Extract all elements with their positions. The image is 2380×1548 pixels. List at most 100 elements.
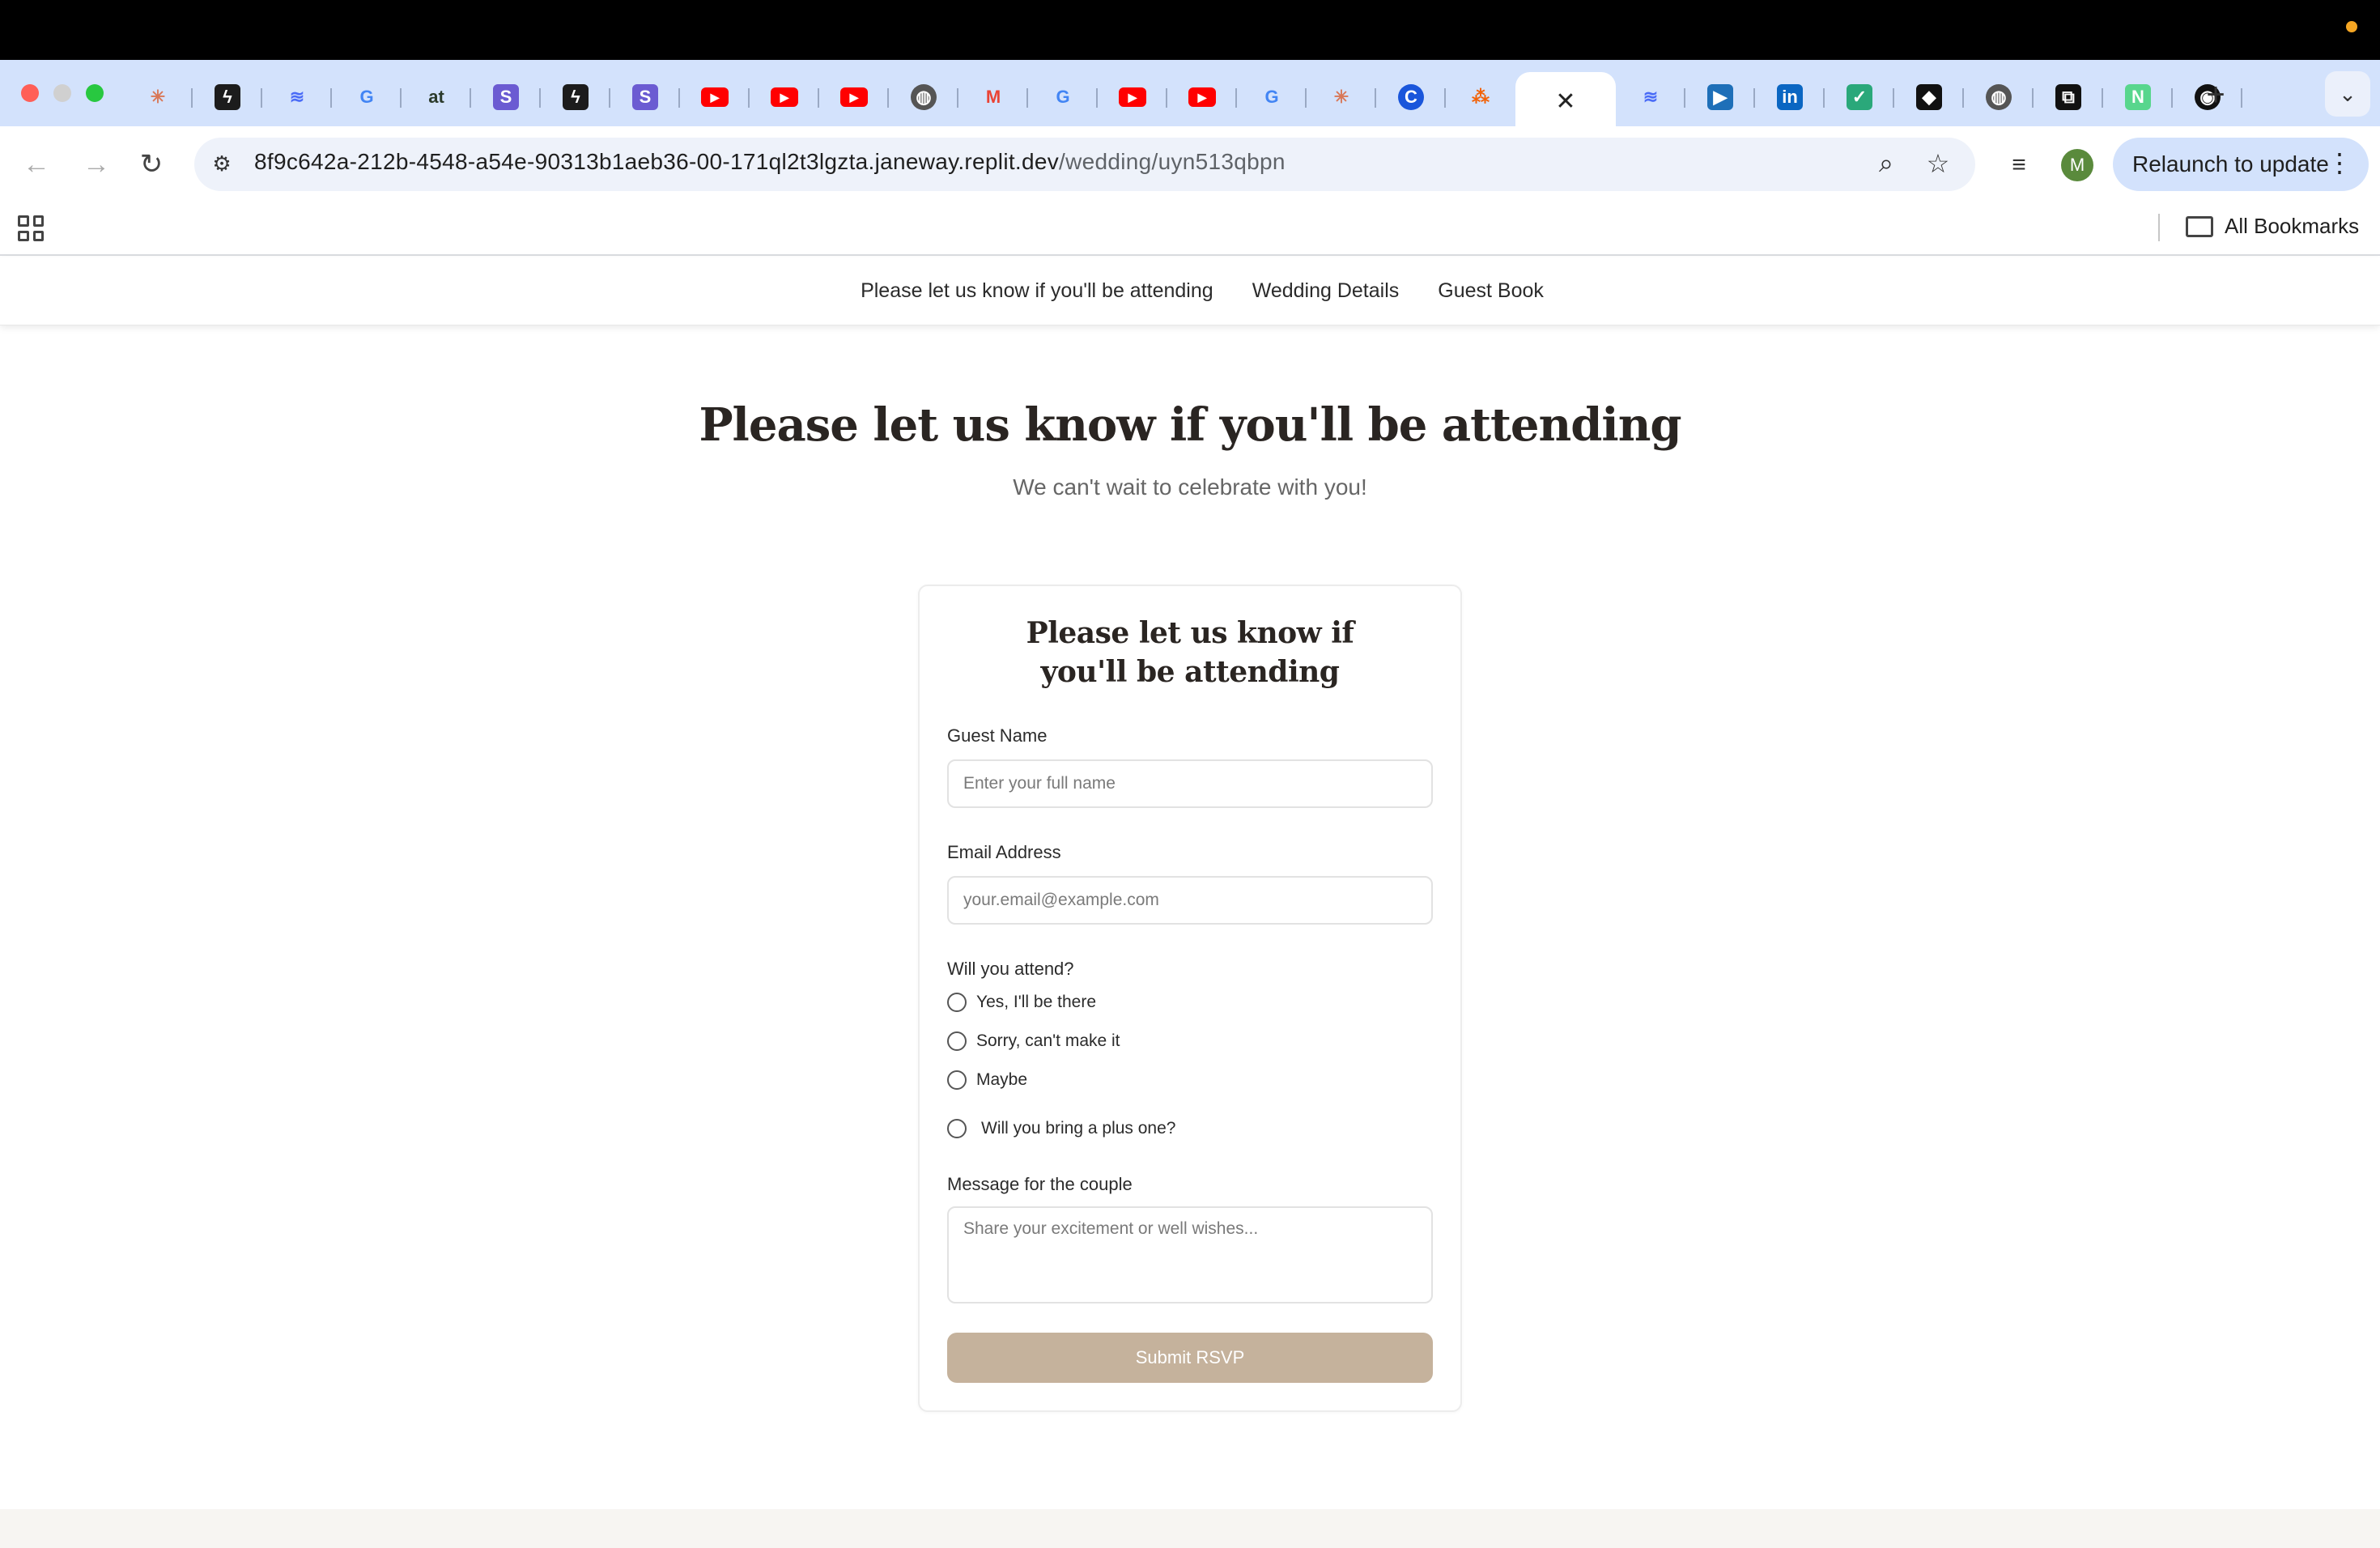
tab-search-chevron-down-icon[interactable]: ⌄ <box>2325 71 2370 117</box>
nav-link-rsvp[interactable]: Please let us know if you'll be attendin… <box>861 279 1213 303</box>
bookmarks-separator <box>2158 214 2160 241</box>
browser-tab[interactable]: in <box>1755 72 1825 122</box>
all-bookmarks-button[interactable]: All Bookmarks <box>2186 214 2359 239</box>
bookmarks-bar <box>0 201 2380 256</box>
page-subtitle: We can't wait to celebrate with you! <box>1013 474 1367 500</box>
google-g-icon: G <box>1264 87 1279 107</box>
zoom-window-button[interactable] <box>86 84 104 102</box>
youtube-icon: ▶ <box>701 87 729 107</box>
claude-sunburst-icon: ✳ <box>150 87 166 107</box>
new-tab-button[interactable]: + <box>2195 74 2236 115</box>
browser-tab[interactable]: ▶ <box>1685 72 1755 122</box>
at-logo-icon: at <box>428 87 444 107</box>
bookmark-star-icon[interactable]: ☆ <box>1922 147 1954 180</box>
link-icon: ⧉ <box>2055 84 2081 110</box>
browser-tab[interactable]: ▶ <box>819 72 889 122</box>
cube-check-icon: ◆ <box>1916 84 1942 110</box>
browser-tab[interactable]: C <box>1376 72 1446 122</box>
avatar[interactable]: M <box>2061 149 2093 181</box>
attend-option-label: Yes, I'll be there <box>976 993 1096 1011</box>
browser-tab[interactable]: ◍ <box>889 72 958 122</box>
tabs-row: ✳ ϟ ≋ Gat Sϟ S ▶ ▶ ▶ ◍ M G ▶ ▶ G ✳ C ⁂ ✕ ≋ ▶ in ✓ ◆ ◍ ⧉ N ◉ <box>123 68 2242 130</box>
relaunch-label: Relaunch to update <box>2132 151 2329 176</box>
more-options-icon[interactable]: ⋮ <box>2327 147 2352 178</box>
back-arrow-icon[interactable]: ← <box>16 144 57 185</box>
supabase-bolt-icon: ϟ <box>563 84 589 110</box>
youtube-icon: ▶ <box>1119 87 1146 107</box>
attend-option-yes[interactable]: Yes, I'll be there <box>947 993 1096 1012</box>
plus-one-label: Will you bring a plus one? <box>981 1119 1176 1138</box>
radio-maybe[interactable] <box>947 1070 967 1090</box>
browser-tab[interactable]: ✳ <box>1307 72 1376 122</box>
email-label: Email Address <box>947 842 1061 862</box>
c-circle-icon: C <box>1398 84 1424 110</box>
globe-icon: ◍ <box>911 84 937 110</box>
site-settings-icon[interactable]: ⚙ <box>207 149 236 178</box>
attend-option-no[interactable]: Sorry, can't make it <box>947 1031 1120 1051</box>
message-textarea[interactable] <box>947 1206 1433 1303</box>
s-square-icon: S <box>493 84 519 110</box>
browser-tab[interactable]: ▶ <box>1098 72 1167 122</box>
plus-one-toggle[interactable] <box>947 1119 967 1138</box>
browser-tab[interactable]: G <box>332 72 402 122</box>
nav-link-wedding-details[interactable]: Wedding Details <box>1252 279 1400 303</box>
minimize-window-button[interactable] <box>53 84 71 102</box>
attend-label: Will you attend? <box>947 959 1074 979</box>
claude-sunburst-icon: ✳ <box>1333 87 1349 107</box>
attend-option-label: Sorry, can't make it <box>976 1031 1120 1050</box>
media-queue-icon[interactable]: ≡ <box>2001 147 2037 183</box>
browser-tab[interactable]: ▶ <box>680 72 750 122</box>
browser-tab[interactable]: ▶ <box>750 72 819 122</box>
browser-tab[interactable]: M <box>958 72 1028 122</box>
browser-tab[interactable]: ◍ <box>1964 72 2034 122</box>
apps-grid-icon[interactable] <box>18 215 44 241</box>
relaunch-button[interactable]: Relaunch to update ⋮ <box>2113 138 2369 191</box>
browser-tab[interactable]: G <box>1237 72 1307 122</box>
folder-icon <box>2186 215 2213 237</box>
submit-rsvp-button[interactable]: Submit RSVP <box>947 1333 1433 1383</box>
youtube-icon: ▶ <box>840 87 868 107</box>
browser-tab[interactable]: ⧉ <box>2034 72 2103 122</box>
zoom-magnifier-icon[interactable]: ⌕ <box>1870 147 1902 180</box>
browser-tab[interactable]: ✓ <box>1825 72 1894 122</box>
radio-no[interactable] <box>947 1031 967 1051</box>
site-navigation: Please let us know if you'll be attendin… <box>0 257 2380 325</box>
browser-tab[interactable]: ⁂ <box>1446 72 1515 122</box>
whale-icon: ≋ <box>1643 87 1659 107</box>
plus-one-option[interactable]: Will you bring a plus one? <box>947 1119 1175 1138</box>
url-text[interactable]: 8f9c642a-212b-4548-a54e-90313b1aeb36-00-… <box>254 149 1286 175</box>
guest-name-input[interactable] <box>947 759 1433 808</box>
footer-band <box>0 1509 2380 1548</box>
browser-tab[interactable]: ✳ <box>123 72 193 122</box>
browser-tab[interactable]: at <box>402 72 471 122</box>
attend-option-label: Maybe <box>976 1070 1028 1089</box>
google-g-icon: G <box>1056 87 1070 107</box>
browser-tab[interactable]: S <box>471 72 541 122</box>
play-video-icon: ▶ <box>1707 84 1733 110</box>
whale-icon: ≋ <box>289 87 305 107</box>
linkedin-icon: in <box>1777 84 1803 110</box>
browser-tab[interactable]: ≋ <box>262 72 332 122</box>
browser-tab[interactable]: ϟ <box>541 72 610 122</box>
browser-tab[interactable]: S <box>610 72 680 122</box>
email-input[interactable] <box>947 876 1433 925</box>
browser-tab[interactable]: ϟ <box>193 72 262 122</box>
browser-tab[interactable]: ◆ <box>1894 72 1964 122</box>
active-browser-tab[interactable]: ✕ <box>1515 72 1616 130</box>
forward-arrow-icon[interactable]: → <box>76 144 117 185</box>
replit-icon: ⁂ <box>1472 87 1490 107</box>
nav-link-guest-book[interactable]: Guest Book <box>1438 279 1544 303</box>
all-bookmarks-label: All Bookmarks <box>2225 214 2360 238</box>
browser-tab[interactable]: ▶ <box>1167 72 1237 122</box>
browser-tab[interactable]: ≋ <box>1616 72 1685 122</box>
guest-name-label: Guest Name <box>947 725 1048 746</box>
radio-yes[interactable] <box>947 993 967 1012</box>
browser-tab[interactable]: G <box>1028 72 1098 122</box>
browser-tab[interactable]: N <box>2103 72 2173 122</box>
attend-option-maybe[interactable]: Maybe <box>947 1070 1027 1090</box>
page-title: Please let us know if you'll be attendin… <box>699 398 1681 452</box>
close-window-button[interactable] <box>21 84 39 102</box>
close-icon[interactable]: ✕ <box>1555 87 1575 116</box>
youtube-icon: ▶ <box>771 87 798 107</box>
reload-icon[interactable]: ↻ <box>131 144 172 185</box>
